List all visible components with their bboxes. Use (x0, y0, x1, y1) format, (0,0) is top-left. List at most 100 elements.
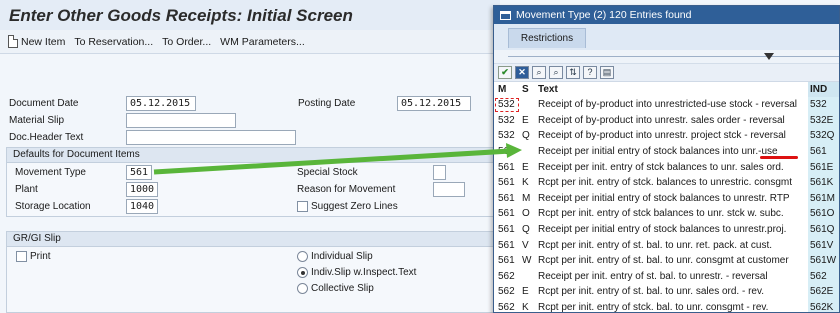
cell-text: Receipt of by-product into unrestr. proj… (538, 130, 786, 142)
cell-s: Q (522, 130, 530, 142)
new-document-icon (8, 35, 18, 48)
cell-s: E (522, 114, 529, 126)
check-icon[interactable]: ✔ (498, 66, 512, 79)
collective-slip-radio[interactable] (297, 283, 308, 294)
cell-m: 561 (498, 177, 515, 189)
cell-s: K (522, 177, 529, 189)
cell-m: 532 (494, 97, 520, 113)
list-item[interactable]: 561 K Rcpt per init. entry of stck. balanc… (494, 174, 839, 191)
list-item[interactable]: 561 V Rcpt per init. entry of st. bal. to … (494, 237, 839, 253)
cell-m: 562 (498, 286, 515, 298)
list-item[interactable]: 561 Q Receipt per initial entry of stock b… (494, 221, 839, 238)
window-icon (500, 10, 511, 20)
cell-ind: 561O (808, 206, 839, 222)
plant-field[interactable]: 1000 (126, 182, 158, 197)
cell-ind: 562K (808, 299, 839, 312)
sort-icon[interactable]: ⇅ (566, 66, 580, 79)
cell-s: E (522, 286, 529, 298)
cell-s: E (522, 161, 529, 173)
print-checkbox[interactable] (16, 251, 27, 262)
document-date-field[interactable]: 05.12.2015 (126, 96, 196, 111)
individual-slip-label: Individual Slip (311, 251, 373, 262)
cell-text: Receipt of by-product into unrestricted-… (538, 99, 797, 111)
list-item[interactable]: 562 E Rcpt per init. entry of st. bal. to … (494, 284, 839, 300)
list-item[interactable]: 532 Q Receipt of by-product into unrestr. … (494, 128, 839, 144)
popup-title: Movement Type (2) 120 Entries found (516, 9, 692, 21)
cell-s (520, 97, 536, 113)
storage-location-field[interactable]: 1040 (126, 199, 158, 214)
list-item[interactable]: 561 O Rcpt per init. entry of stck balance… (494, 206, 839, 222)
help-icon[interactable]: ? (583, 66, 597, 79)
cell-ind: 561E (808, 159, 839, 175)
tabs-area: Restrictions (494, 24, 839, 50)
screen-title: Enter Other Goods Receipts: Initial Scre… (0, 0, 500, 30)
cell-ind: 561M (808, 190, 839, 207)
individual-slip-radio[interactable] (297, 251, 308, 262)
column-s[interactable]: S (520, 82, 536, 97)
cell-text: Rcpt per init. entry of st. bal. to unr.… (538, 286, 765, 298)
defaults-group-title: Defaults for Document Items (7, 148, 493, 163)
cell-text: Rcpt per init. entry of st. bal. to unr.… (538, 255, 789, 267)
cell-text: Rcpt per init. entry of st. bal. to unr.… (538, 239, 772, 251)
filter-divider (508, 56, 839, 57)
tab-restrictions[interactable]: Restrictions (508, 28, 586, 48)
cell-text: Rcpt per init. entry of stck. balances t… (538, 177, 792, 189)
expand-triangle-icon[interactable] (764, 53, 774, 60)
print-icon[interactable]: ▤ (600, 66, 614, 79)
new-item-button[interactable]: New Item (8, 35, 65, 48)
cell-s: V (522, 239, 529, 251)
find-next-icon[interactable]: ⌕ (549, 66, 563, 79)
posting-date-field[interactable]: 05.12.2015 (397, 96, 471, 111)
list-item[interactable]: 562 Receipt per init. entry of st. bal. t… (494, 268, 839, 285)
cell-text: Rcpt per init. entry of stck balances to… (538, 208, 784, 220)
cell-ind: 561W (808, 252, 839, 269)
cell-s (520, 144, 536, 160)
print-label: Print (30, 251, 51, 262)
indiv-slip-inspect-radio[interactable] (297, 267, 308, 278)
cell-m: 532 (498, 130, 515, 142)
restrictions-toggle[interactable] (494, 50, 839, 64)
highlight-underline (760, 156, 798, 159)
reason-for-movement-label: Reason for Movement (297, 184, 396, 195)
movement-type-popup: Movement Type (2) 120 Entries found Rest… (493, 5, 840, 313)
popup-title-bar: Movement Type (2) 120 Entries found (494, 6, 839, 24)
to-reservation-button[interactable]: To Reservation... (74, 36, 153, 48)
popup-toolbar: ✔ ✕ ⌕ ⌕ ⇅ ? ▤ (494, 64, 839, 82)
cell-s: M (522, 192, 531, 204)
doc-header-text-field[interactable] (126, 130, 296, 145)
movement-type-list: M S Text IND 532 Receipt of by-product in… (494, 82, 839, 313)
application-toolbar: New Item To Reservation... To Order... W… (0, 30, 500, 54)
special-stock-field[interactable] (433, 165, 446, 180)
doc-header-text-label: Doc.Header Text (9, 132, 84, 143)
cell-m: 562 (498, 302, 515, 313)
list-item[interactable]: 561 E Receipt per init. entry of stck bala… (494, 159, 839, 175)
column-text[interactable]: Text (536, 82, 808, 97)
movement-type-field[interactable]: 561 (126, 165, 152, 180)
cell-text: Rcpt per init. entry of stck. bal. to un… (538, 302, 769, 313)
cell-m: 561 (498, 208, 515, 220)
cell-s: K (522, 302, 529, 313)
gr-gi-slip-title: GR/GI Slip (7, 232, 493, 247)
list-item[interactable]: 532 Receipt of by-product into unrestrict… (494, 97, 839, 113)
cell-text: Receipt per initial entry of stock balan… (538, 224, 787, 236)
cell-m: 532 (498, 114, 515, 126)
cancel-icon[interactable]: ✕ (515, 66, 529, 79)
cell-text: Receipt per initial entry of stock balan… (538, 192, 790, 204)
cell-m: 562 (498, 270, 515, 282)
cell-m: 561 (498, 255, 515, 267)
find-icon[interactable]: ⌕ (532, 66, 546, 79)
material-slip-field[interactable] (126, 113, 236, 128)
wm-parameters-button[interactable]: WM Parameters... (220, 36, 305, 48)
suggest-zero-lines-checkbox[interactable] (297, 201, 308, 212)
column-m[interactable]: M (494, 82, 520, 97)
cell-text: Receipt per init. entry of stck balances… (538, 161, 784, 173)
list-item[interactable]: 561 W Rcpt per init. entry of st. bal. to … (494, 252, 839, 269)
special-stock-label: Special Stock (297, 167, 358, 178)
list-item[interactable]: 561 M Receipt per initial entry of stock b… (494, 190, 839, 207)
list-item[interactable]: 562 K Rcpt per init. entry of stck. bal. t… (494, 299, 839, 313)
column-ind[interactable]: IND (808, 82, 839, 97)
cell-ind: 561V (808, 237, 839, 253)
reason-for-movement-field[interactable] (433, 182, 465, 197)
to-order-button[interactable]: To Order... (162, 36, 211, 48)
list-item[interactable]: 532 E Receipt of by-product into unrestr. … (494, 112, 839, 129)
